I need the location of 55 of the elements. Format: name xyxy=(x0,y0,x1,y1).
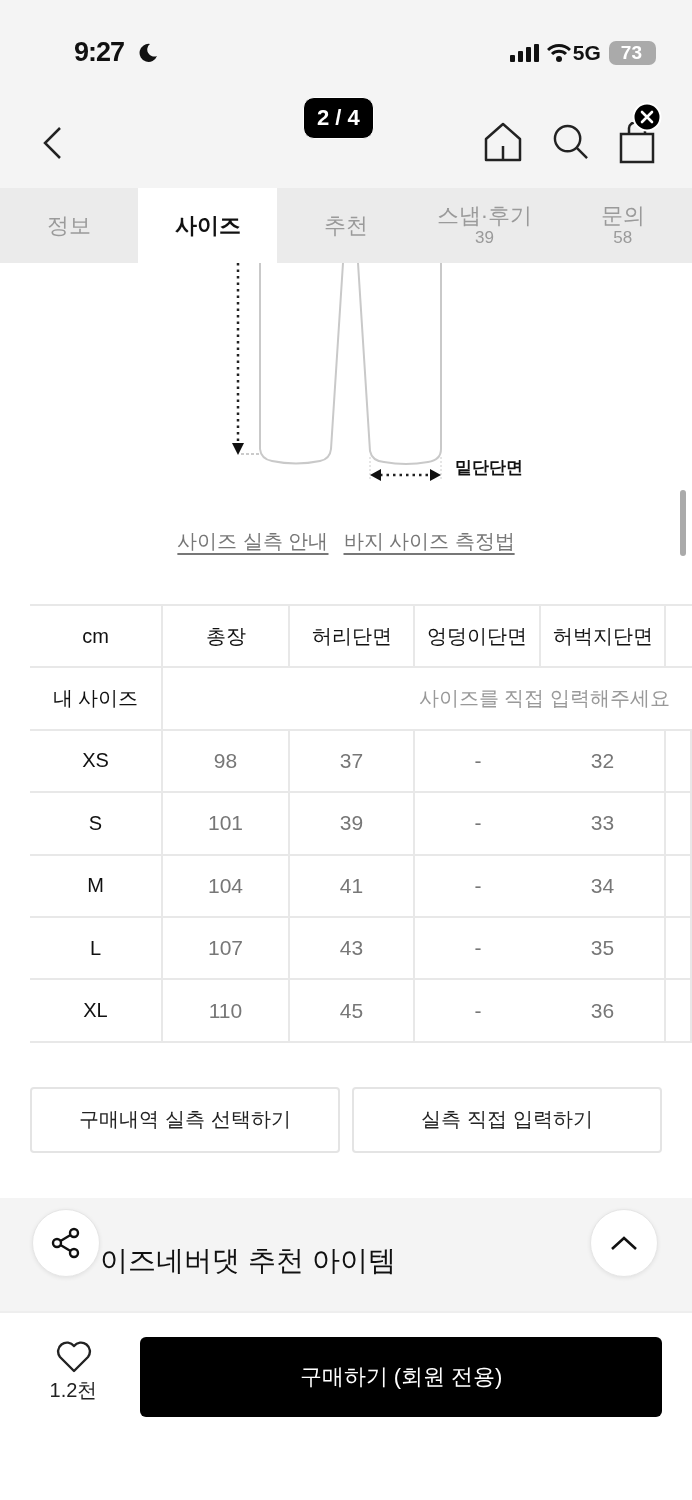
table-cell: - xyxy=(415,730,541,794)
size-label: XS xyxy=(30,730,163,794)
page-indicator: 2 / 4 xyxy=(303,97,374,139)
table-cell: 32 xyxy=(541,730,666,794)
measure-button[interactable]: 실측 직접 입력하기 xyxy=(352,1086,662,1153)
table-cell: 45 xyxy=(290,980,415,1043)
status-time: 9:27 xyxy=(74,37,125,68)
size-guide-link[interactable]: 사이즈 실측 안내 xyxy=(177,527,329,555)
search-icon[interactable] xyxy=(552,123,589,160)
table-cell: 39 xyxy=(290,793,415,856)
column-header: cm xyxy=(30,606,163,669)
table-cell: 41 xyxy=(290,855,415,918)
tab[interactable]: 문의 58 xyxy=(553,188,692,263)
table-cell: - xyxy=(415,855,541,918)
scroll-indicator xyxy=(680,490,686,556)
table-cell: 104 xyxy=(163,855,290,918)
size-label: M xyxy=(30,855,163,918)
table-cell: 110 xyxy=(163,980,290,1043)
table-cell: 107 xyxy=(163,917,290,981)
share-icon xyxy=(50,1227,82,1259)
measure-button[interactable]: 구매내역 실측 선택하기 xyxy=(30,1086,340,1153)
tab[interactable]: 정보 xyxy=(0,188,139,263)
table-cell: 101 xyxy=(163,793,290,856)
size-guide-link[interactable]: 바지 사이즈 측정법 xyxy=(343,527,515,555)
table-cell: 43 xyxy=(290,917,415,981)
battery-indicator: 73 xyxy=(608,40,656,65)
table-cell: 34 xyxy=(541,855,666,918)
table-cell: - xyxy=(415,917,541,981)
table-cell: 98 xyxy=(163,730,290,794)
table-cell: 36 xyxy=(541,980,666,1043)
table-cell: 33 xyxy=(541,793,666,856)
tab[interactable]: 추천 xyxy=(276,188,416,263)
table-cell: - xyxy=(415,793,541,856)
chevron-up-icon xyxy=(610,1235,638,1251)
table-cell: 37 xyxy=(290,730,415,794)
size-label: L xyxy=(30,917,163,981)
buy-button[interactable]: 구매하기 (회원 전용) xyxy=(140,1336,662,1417)
section-title: 이즈네버댓 추천 아이템 xyxy=(100,1244,396,1279)
heart-icon xyxy=(55,1340,92,1373)
hem-width-label: 밑단단면 xyxy=(455,458,523,477)
wifi-icon xyxy=(546,43,571,62)
home-icon[interactable] xyxy=(484,121,522,162)
table-cell: 35 xyxy=(541,917,666,981)
tab[interactable]: 사이즈 xyxy=(138,188,277,263)
tab[interactable]: 스냅·후기 39 xyxy=(415,188,554,263)
network-label: 5G xyxy=(572,40,601,65)
size-label: XL xyxy=(30,980,163,1043)
signal-icon xyxy=(509,43,540,62)
leader-line xyxy=(240,453,260,455)
size-label: S xyxy=(30,793,163,856)
back-icon[interactable] xyxy=(42,125,62,160)
moon-icon xyxy=(138,42,159,63)
like-button[interactable]: 1.2천 xyxy=(30,1340,117,1404)
table-cell: - xyxy=(415,980,541,1043)
close-button[interactable] xyxy=(632,102,662,132)
